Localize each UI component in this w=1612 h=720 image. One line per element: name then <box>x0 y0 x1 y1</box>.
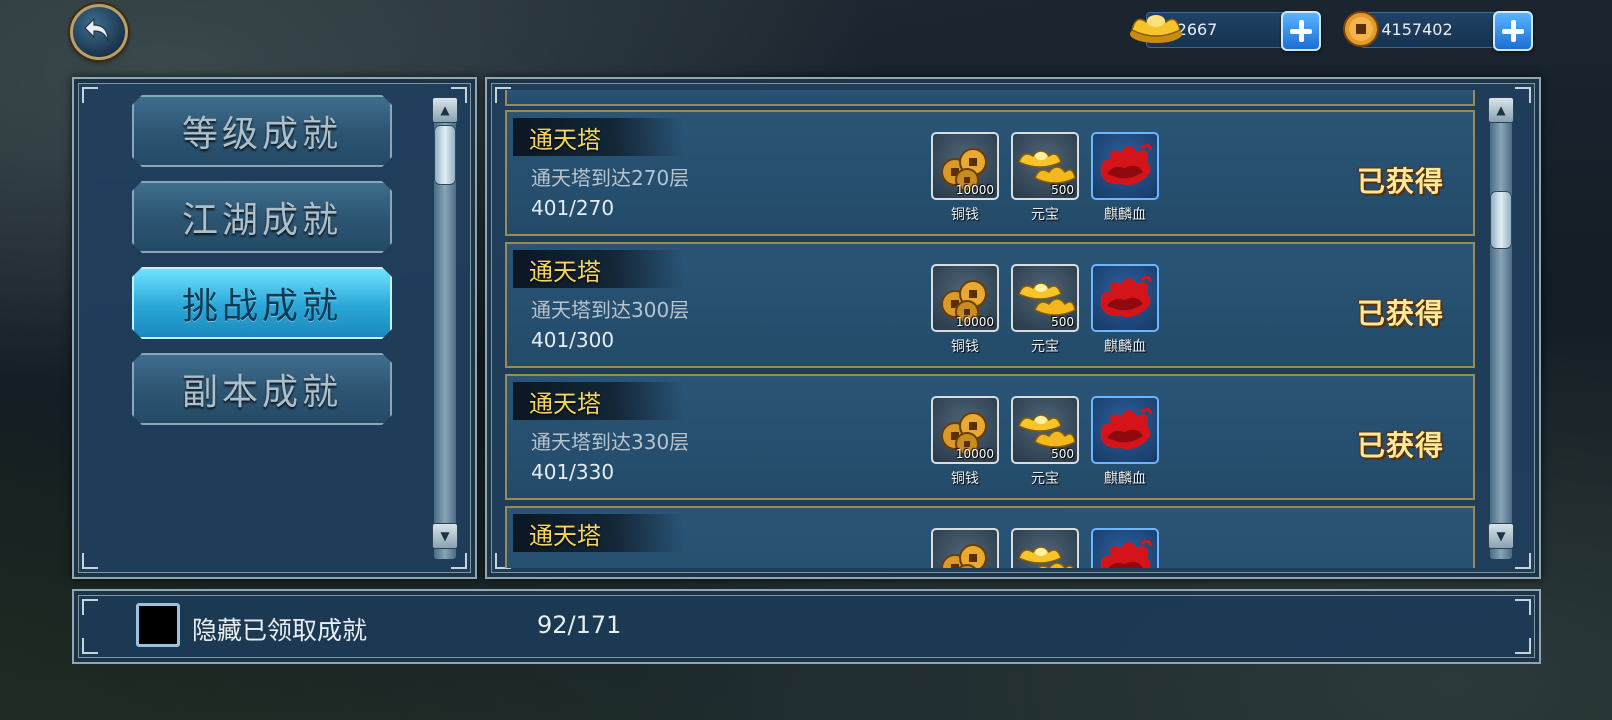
achievement-status: 已获得 <box>1357 429 1445 462</box>
achievement-title: 通天塔 <box>529 258 601 286</box>
copper-coins-icon <box>933 530 997 568</box>
tab-level-achievements[interactable]: 等级成就 <box>132 95 392 167</box>
reward-gold-ingot[interactable] <box>1011 528 1079 568</box>
gold-ingot-icon <box>1013 530 1077 568</box>
add-ingot-button[interactable] <box>1281 11 1321 51</box>
reward-copper-coins[interactable] <box>931 528 999 568</box>
tab-label: 江湖成就 <box>181 200 342 241</box>
reward-qilin-blood[interactable] <box>1091 528 1159 568</box>
tab-label: 挑战成就 <box>181 286 342 327</box>
achievement-title: 通天塔 <box>529 390 601 418</box>
reward-gold-ingot[interactable]: 500 <box>1011 396 1079 464</box>
reward-label: 元宝 <box>1031 471 1059 487</box>
achievement-status: 已获得 <box>1357 165 1445 198</box>
achievement-row: 通天塔 通天塔到达330层 401/330 10000 铜钱 500 元宝 麒麟… <box>505 374 1475 500</box>
reward-label: 铜钱 <box>951 471 979 487</box>
reward-label: 麒麟血 <box>1104 471 1146 487</box>
achievement-progress: 401/270 <box>531 196 615 220</box>
category-scroll-up-button[interactable]: ▲ <box>432 97 458 123</box>
achievement-list: 通天塔 通天塔到达270层 401/270 10000 铜钱 500 元宝 麒麟… <box>505 90 1480 568</box>
reward-qty: 500 <box>1051 183 1074 197</box>
tab-label: 等级成就 <box>181 114 342 155</box>
reward-qty: 500 <box>1051 447 1074 461</box>
achievement-status: 已获得 <box>1357 297 1445 330</box>
reward-label: 麒麟血 <box>1104 207 1146 223</box>
list-scroll-up-button[interactable]: ▲ <box>1488 97 1514 123</box>
reward-gold-ingot[interactable]: 500 <box>1011 132 1079 200</box>
achievement-desc: 通天塔到达270层 <box>531 166 690 190</box>
achievement-progress: 401/330 <box>531 460 615 484</box>
reward-qty: 10000 <box>955 315 994 329</box>
reward-gold-ingot[interactable]: 500 <box>1011 264 1079 332</box>
reward-label: 铜钱 <box>951 339 979 355</box>
reward-label: 元宝 <box>1031 207 1059 223</box>
achievement-title: 通天塔 <box>529 522 601 550</box>
achievement-row: 通天塔 通天塔到达300层 401/300 10000 铜钱 500 元宝 麒麟… <box>505 242 1475 368</box>
qilin-blood-icon <box>1093 398 1157 466</box>
reward-qilin-blood[interactable] <box>1091 396 1159 464</box>
hide-claimed-label: 隐藏已领取成就 <box>192 616 368 645</box>
qilin-blood-icon <box>1093 530 1157 568</box>
footer-bar: 隐藏已领取成就 92/171 <box>72 589 1541 664</box>
reward-qilin-blood[interactable] <box>1091 264 1159 332</box>
achievement-row: 通天塔 <box>505 506 1475 568</box>
back-button[interactable] <box>70 4 128 60</box>
reward-copper-coins[interactable]: 10000 <box>931 264 999 332</box>
achievement-progress: 401/300 <box>531 328 615 352</box>
reward-qilin-blood[interactable] <box>1091 132 1159 200</box>
reward-copper-coins[interactable]: 10000 <box>931 132 999 200</box>
tab-jianghu-achievements[interactable]: 江湖成就 <box>132 181 392 253</box>
reward-qty: 500 <box>1051 315 1074 329</box>
category-panel: 等级成就 江湖成就 挑战成就 副本成就 ▲ ▼ <box>72 77 477 579</box>
reward-label: 元宝 <box>1031 339 1059 355</box>
copper-coin-icon <box>1343 11 1379 47</box>
list-scroll-thumb[interactable] <box>1490 191 1512 249</box>
hide-claimed-checkbox[interactable] <box>136 603 180 647</box>
achievement-title: 通天塔 <box>529 126 601 154</box>
tab-label: 副本成就 <box>181 372 342 413</box>
qilin-blood-icon <box>1093 134 1157 202</box>
add-copper-button[interactable] <box>1493 11 1533 51</box>
tab-dungeon-achievements[interactable]: 副本成就 <box>132 353 392 425</box>
copper-currency: 4157402 <box>1360 11 1533 51</box>
reward-label: 铜钱 <box>951 207 979 223</box>
list-scroll-down-button[interactable]: ▼ <box>1488 523 1514 549</box>
tab-challenge-achievements[interactable]: 挑战成就 <box>132 267 392 339</box>
category-scroll-thumb[interactable] <box>434 125 456 185</box>
back-arrow-icon <box>84 17 109 42</box>
achievement-desc: 通天塔到达300层 <box>531 298 690 322</box>
reward-copper-coins[interactable]: 10000 <box>931 396 999 464</box>
achievement-count: 92/171 <box>537 611 622 639</box>
gold-ingot-icon <box>1130 15 1182 43</box>
reward-label: 麒麟血 <box>1104 339 1146 355</box>
reward-qty: 10000 <box>955 183 994 197</box>
category-scroll-down-button[interactable]: ▼ <box>432 523 458 549</box>
achievement-desc: 通天塔到达330层 <box>531 430 690 454</box>
reward-qty: 10000 <box>955 447 994 461</box>
achievement-row: 通天塔 通天塔到达270层 401/270 10000 铜钱 500 元宝 麒麟… <box>505 110 1475 236</box>
qilin-blood-icon <box>1093 266 1157 334</box>
list-scrollbar[interactable] <box>1490 99 1512 559</box>
